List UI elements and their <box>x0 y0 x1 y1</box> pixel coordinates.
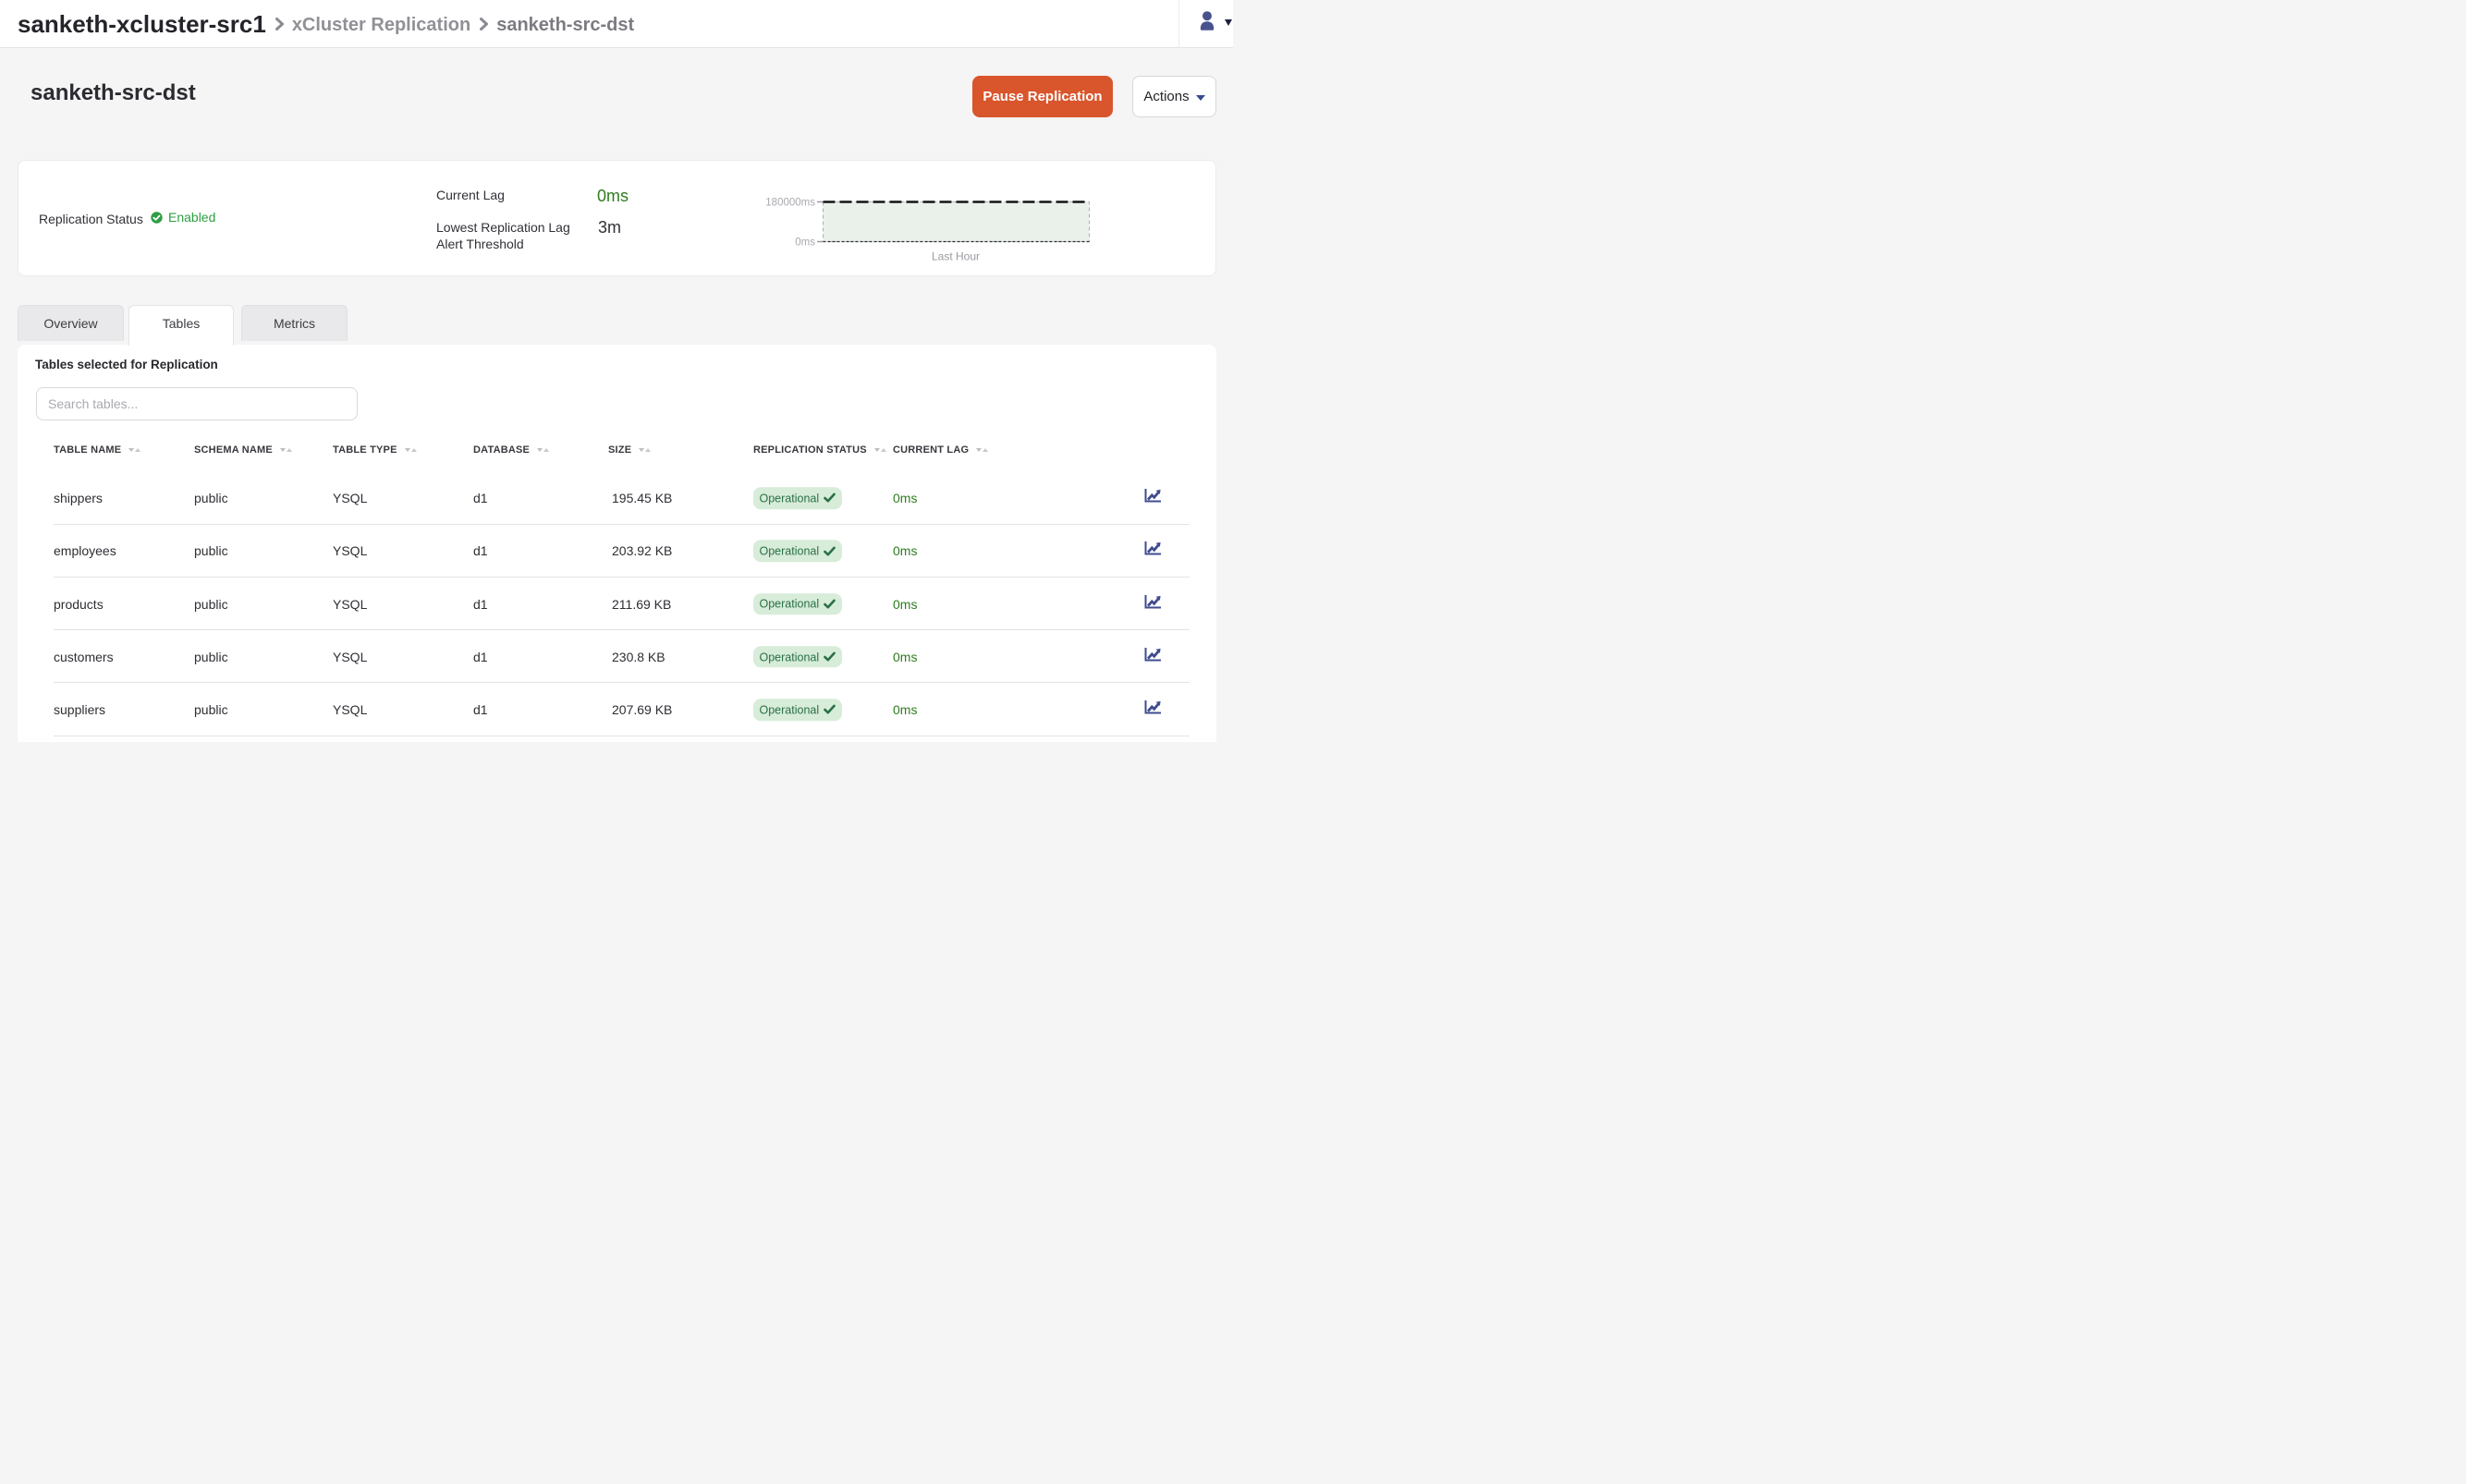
svg-text:180000ms: 180000ms <box>765 198 815 209</box>
svg-text:Last Hour: Last Hour <box>932 250 980 263</box>
svg-text:0ms: 0ms <box>795 237 815 249</box>
